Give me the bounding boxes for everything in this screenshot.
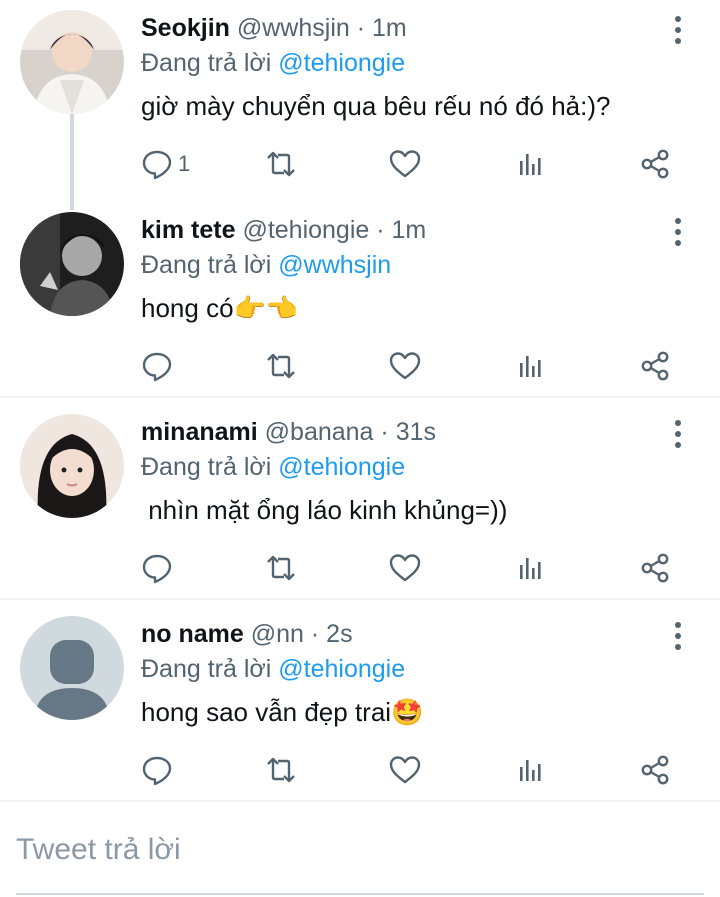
- tweet-divider: [0, 598, 720, 600]
- timestamp[interactable]: 1m: [392, 216, 427, 244]
- separator-dot: ·: [376, 216, 385, 244]
- replying-to-label: Đang trả lời: [141, 49, 279, 77]
- reply-icon: [142, 756, 172, 786]
- analytics-icon: [520, 356, 541, 377]
- share-button[interactable]: [638, 548, 672, 588]
- replying-to-label: Đang trả lời: [141, 655, 279, 683]
- more-options-icon[interactable]: [664, 618, 692, 654]
- share-button[interactable]: [638, 750, 672, 790]
- reply-count: 1: [178, 151, 191, 176]
- reply-input[interactable]: Tweet trả lời: [16, 833, 181, 867]
- display-name[interactable]: Seokjin: [141, 14, 230, 42]
- avatar-image: [20, 10, 124, 114]
- like-button[interactable]: [388, 548, 422, 588]
- analytics-icon: [520, 760, 541, 781]
- separator-dot: ·: [380, 418, 389, 446]
- timestamp[interactable]: 1m: [372, 14, 407, 42]
- tweet-actions: 1: [0, 144, 720, 184]
- retweet-icon: [267, 555, 295, 581]
- reply-button[interactable]: [140, 548, 178, 588]
- mention-link[interactable]: @tehiongie: [278, 453, 405, 481]
- reply-composer: Tweet trả lời: [0, 803, 720, 897]
- more-options-icon[interactable]: [664, 214, 692, 250]
- retweet-icon: [267, 757, 295, 783]
- replying-to: Đang trả lời @tehiongie: [141, 48, 405, 78]
- analytics-button[interactable]: [514, 548, 548, 588]
- analytics-icon: [520, 154, 541, 175]
- replying-to: Đang trả lời @tehiongie: [141, 654, 405, 684]
- avatar[interactable]: [20, 616, 124, 720]
- tweet-text: nhìn mặt ổng láo kinh khủng=)): [141, 495, 508, 525]
- timestamp[interactable]: 31s: [396, 418, 436, 446]
- avatar[interactable]: [20, 212, 124, 316]
- heart-icon: [389, 150, 421, 178]
- retweet-icon: [267, 353, 295, 379]
- reply-button[interactable]: [140, 750, 178, 790]
- retweet-button[interactable]: [264, 346, 298, 386]
- like-button[interactable]: [388, 144, 422, 184]
- tweet-text: giờ mày chuyển qua bêu rếu nó đó hả:)?: [141, 91, 611, 121]
- avatar-image: [20, 414, 124, 518]
- separator-dot: ·: [356, 14, 366, 42]
- replying-to: Đang trả lời @wwhsjin: [141, 250, 391, 280]
- avatar-image: [20, 212, 124, 316]
- share-icon: [641, 351, 669, 381]
- tweet-text: hong có👉👈: [141, 293, 299, 323]
- retweet-button[interactable]: [264, 548, 298, 588]
- more-options-icon[interactable]: [664, 416, 692, 452]
- replying-to: Đang trả lời @tehiongie: [141, 452, 405, 482]
- tweet-divider: [0, 396, 720, 398]
- retweet-button[interactable]: [264, 144, 298, 184]
- reply-icon: [142, 554, 172, 584]
- like-button[interactable]: [388, 750, 422, 790]
- tweet-actions: [0, 750, 720, 790]
- share-icon: [641, 755, 669, 785]
- analytics-button[interactable]: [514, 346, 548, 386]
- avatar[interactable]: [20, 10, 124, 114]
- tweet-header: Seokjin @wwhsjin · 1m: [141, 13, 407, 43]
- tweet-divider: [0, 800, 720, 802]
- user-handle[interactable]: @wwhsjin: [237, 14, 350, 42]
- more-options-icon[interactable]: [664, 12, 692, 48]
- reply-input-underline: [16, 893, 704, 895]
- mention-link[interactable]: @wwhsjin: [278, 251, 391, 279]
- reply-icon: [142, 150, 172, 180]
- heart-icon: [389, 352, 421, 380]
- mention-link[interactable]: @tehiongie: [278, 49, 405, 77]
- heart-icon: [389, 756, 421, 784]
- tweet-text: hong sao vẫn đẹp trai🤩: [141, 697, 424, 727]
- share-icon: [641, 553, 669, 583]
- timestamp[interactable]: 2s: [326, 620, 352, 648]
- tweet-header: kim tete @tehiongie · 1m: [141, 215, 426, 245]
- tweet-actions: [0, 346, 720, 386]
- reply-button[interactable]: 1: [140, 144, 190, 184]
- analytics-icon: [520, 558, 541, 579]
- avatar[interactable]: [20, 414, 124, 518]
- reply-button[interactable]: [140, 346, 178, 386]
- user-handle[interactable]: @tehiongie: [242, 216, 369, 244]
- separator-dot: ·: [310, 620, 320, 648]
- like-button[interactable]: [388, 346, 422, 386]
- retweet-icon: [267, 151, 295, 177]
- tweet-header: minanami @banana · 31s: [141, 417, 436, 447]
- display-name[interactable]: no name: [141, 620, 244, 648]
- user-handle[interactable]: @banana: [265, 418, 374, 446]
- heart-icon: [389, 554, 421, 582]
- replying-to-label: Đang trả lời: [141, 251, 279, 279]
- share-icon: [641, 149, 669, 179]
- tweet-header: no name @nn · 2s: [141, 619, 353, 649]
- reply-icon: [142, 352, 172, 382]
- share-button[interactable]: [638, 144, 672, 184]
- user-handle[interactable]: @nn: [251, 620, 304, 648]
- share-button[interactable]: [638, 346, 672, 386]
- mention-link[interactable]: @tehiongie: [278, 655, 405, 683]
- display-name[interactable]: minanami: [141, 418, 258, 446]
- analytics-button[interactable]: [514, 750, 548, 790]
- analytics-button[interactable]: [514, 144, 548, 184]
- default-avatar-icon: [20, 616, 124, 720]
- retweet-button[interactable]: [264, 750, 298, 790]
- tweet-actions: [0, 548, 720, 588]
- replying-to-label: Đang trả lời: [141, 453, 279, 481]
- display-name[interactable]: kim tete: [141, 216, 235, 244]
